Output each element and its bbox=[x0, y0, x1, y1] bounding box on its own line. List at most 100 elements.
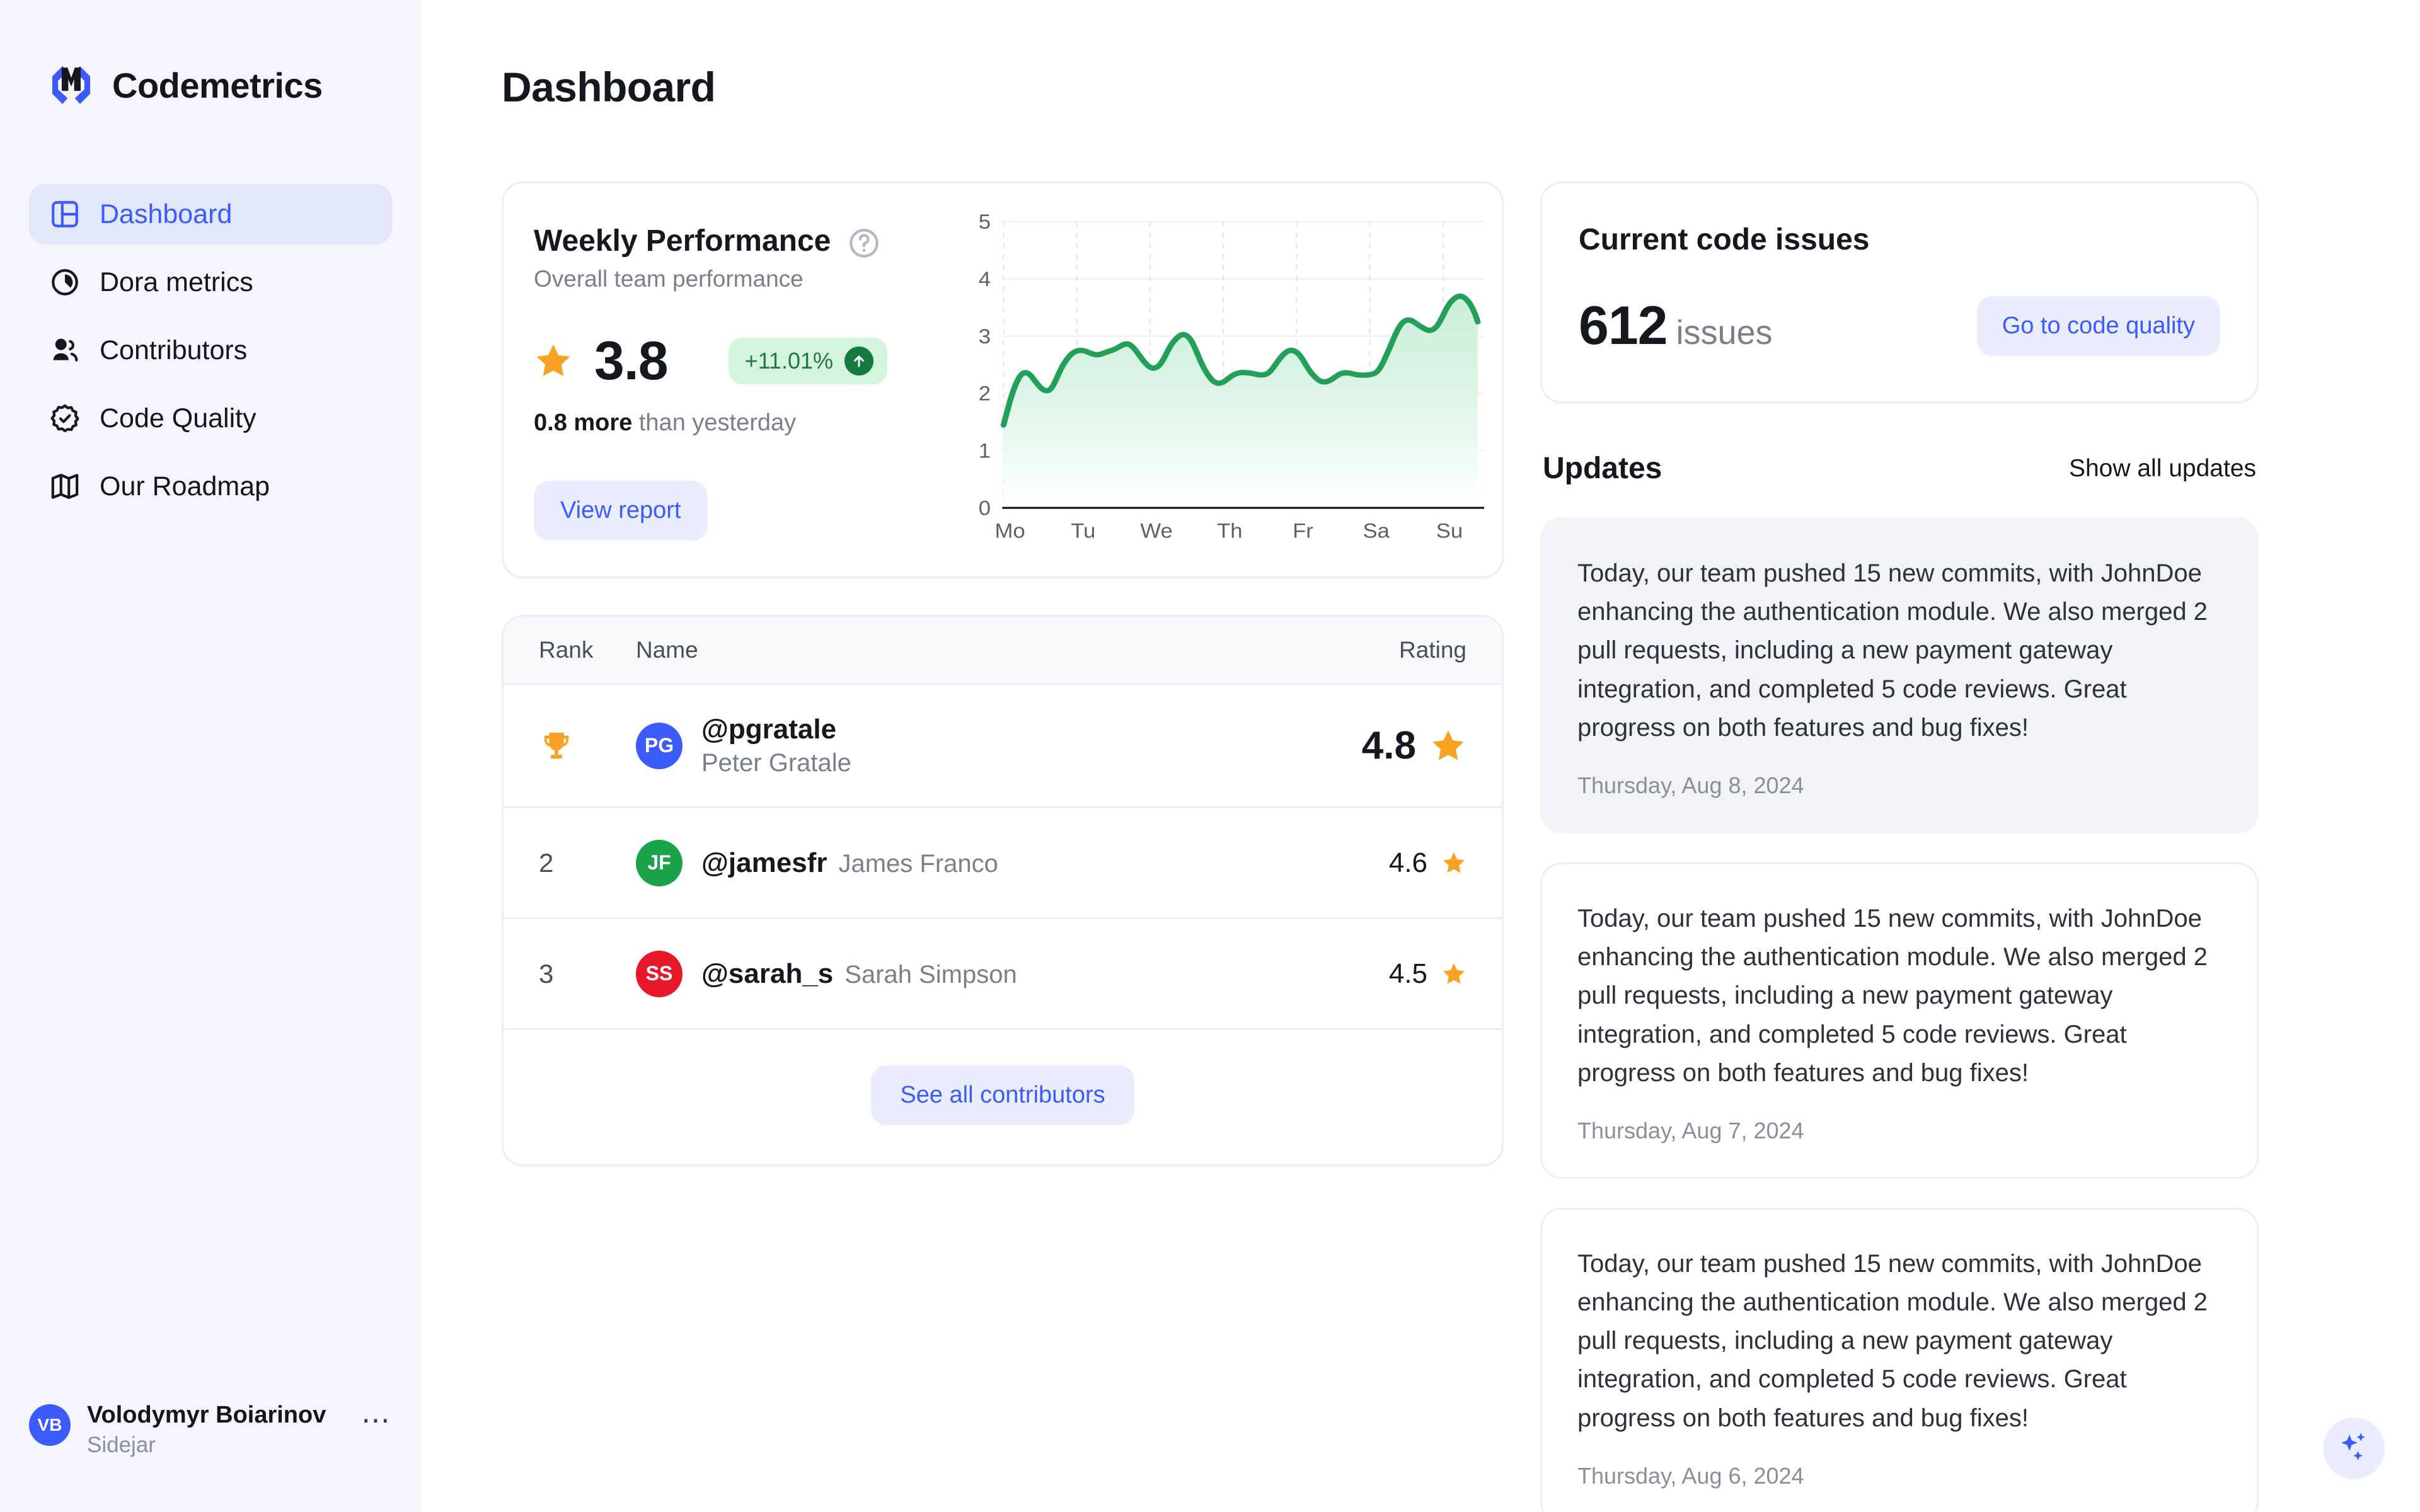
sidebar-item-our-roadmap[interactable]: Our Roadmap bbox=[29, 456, 392, 517]
performance-area-chart: 5 4 3 2 1 0 Mo Tu We Th Fr Sa Su bbox=[979, 211, 1484, 543]
sidebar-item-contributors[interactable]: Contributors bbox=[29, 320, 392, 381]
sidebar-user-name: Volodymyr Boiarinov bbox=[87, 1402, 326, 1428]
update-date: Thursday, Aug 6, 2024 bbox=[1577, 1462, 1804, 1489]
gauge-clock-icon bbox=[48, 265, 82, 299]
star-icon bbox=[1441, 850, 1466, 876]
table-row[interactable]: 3 SS @sarah_s Sarah Simpson 4.5 bbox=[504, 919, 1502, 1030]
cell-rank bbox=[539, 728, 636, 764]
chart-y-tick: 2 bbox=[979, 383, 991, 406]
weekly-performance-note-rest: than yesterday bbox=[632, 410, 797, 436]
contributor-fullname: James Franco bbox=[838, 849, 998, 878]
view-report-button[interactable]: View report bbox=[534, 481, 708, 541]
updates-title: Updates bbox=[1543, 452, 1662, 485]
ai-assistant-button[interactable] bbox=[2323, 1418, 2385, 1479]
update-text: Today, our team pushed 15 new commits, w… bbox=[1577, 559, 2208, 742]
chart-x-tick: Tu bbox=[1071, 520, 1095, 542]
ellipsis-icon[interactable]: ⋯ bbox=[361, 1406, 392, 1435]
contributor-rating: 4.6 bbox=[1388, 847, 1427, 878]
see-all-contributors-button[interactable]: See all contributors bbox=[871, 1065, 1134, 1125]
users-icon bbox=[48, 333, 82, 367]
star-icon bbox=[1441, 961, 1466, 987]
cell-rating: 4.5 bbox=[1389, 958, 1466, 990]
left-column: Weekly Performance Overall team performa… bbox=[502, 181, 1504, 1166]
arrow-up-icon bbox=[844, 346, 874, 375]
issues-count: 612 issues bbox=[1579, 295, 1773, 357]
weekly-performance-chart: 5 4 3 2 1 0 Mo Tu We Th Fr Sa Su bbox=[957, 183, 1502, 576]
contributor-name-stack: @pgratale Peter Gratale bbox=[701, 714, 851, 777]
updates-header: Updates Show all updates bbox=[1540, 451, 2259, 486]
weekly-performance-score: 3.8 bbox=[594, 331, 669, 391]
update-card[interactable]: Today, our team pushed 15 new commits, w… bbox=[1540, 1207, 2259, 1512]
star-icon bbox=[1430, 728, 1466, 764]
weekly-performance-note: 0.8 more than yesterday bbox=[534, 410, 957, 437]
chart-x-tick: Su bbox=[1436, 520, 1463, 542]
star-icon bbox=[534, 341, 573, 381]
go-to-code-quality-button[interactable]: Go to code quality bbox=[1976, 296, 2220, 356]
contributor-rank: 3 bbox=[539, 958, 554, 988]
cell-rating: 4.6 bbox=[1389, 847, 1466, 879]
contributor-rank: 2 bbox=[539, 847, 554, 878]
contributor-fullname: Peter Gratale bbox=[701, 749, 851, 777]
issues-title: Current code issues bbox=[1579, 223, 1870, 256]
column-header-rank: Rank bbox=[539, 636, 594, 663]
cell-rating: 4.8 bbox=[1362, 723, 1466, 768]
chart-y-tick: 1 bbox=[979, 440, 991, 463]
weekly-performance-summary: Weekly Performance Overall team performa… bbox=[504, 183, 957, 576]
cell-name: JF @jamesfr James Franco bbox=[636, 839, 1389, 886]
contributor-handle: @sarah_s bbox=[701, 958, 834, 989]
table-row[interactable]: 2 JF @jamesfr James Franco 4.6 bbox=[504, 808, 1502, 919]
sidebar-item-dora-metrics[interactable]: Dora metrics bbox=[29, 252, 392, 312]
update-card[interactable]: Today, our team pushed 15 new commits, w… bbox=[1540, 862, 2259, 1179]
weekly-performance-subtitle: Overall team performance bbox=[534, 266, 804, 292]
chart-y-tick: 3 bbox=[979, 326, 991, 348]
map-icon bbox=[48, 469, 82, 503]
show-all-updates-link[interactable]: Show all updates bbox=[2069, 455, 2256, 483]
question-circle-icon[interactable] bbox=[847, 226, 881, 260]
sidebar-item-code-quality[interactable]: Code Quality bbox=[29, 388, 392, 449]
sparkles-icon bbox=[2336, 1429, 2372, 1468]
main-content: Dashboard Weekly Performance Overall tea… bbox=[421, 0, 2420, 1512]
contributor-name-inline: @jamesfr James Franco bbox=[701, 847, 998, 879]
update-card[interactable]: Today, our team pushed 15 new commits, w… bbox=[1540, 517, 2259, 833]
weekly-performance-title: Weekly Performance bbox=[534, 224, 831, 258]
brand-name: Codemetrics bbox=[112, 65, 323, 105]
weekly-performance-score-row: 3.8 +11.01% bbox=[534, 334, 957, 388]
update-date: Thursday, Aug 7, 2024 bbox=[1577, 1117, 1804, 1143]
chart-x-ticks: Mo Tu We Th Fr Sa Su bbox=[995, 520, 1463, 543]
chart-y-tick: 5 bbox=[979, 211, 991, 234]
app-root: Codemetrics Dashboard Dora metrics Contr… bbox=[0, 0, 2420, 1512]
cell-name: SS @sarah_s Sarah Simpson bbox=[636, 950, 1389, 997]
dashboard-grid: Weekly Performance Overall team performa… bbox=[502, 181, 2346, 1512]
contributor-handle: @pgratale bbox=[701, 714, 837, 745]
issues-row: 612 issues Go to code quality bbox=[1579, 295, 2220, 357]
page-title: Dashboard bbox=[502, 64, 716, 110]
table-row[interactable]: PG @pgratale Peter Gratale 4.8 bbox=[504, 685, 1502, 808]
sidebar-item-label: Contributors bbox=[100, 335, 248, 365]
weekly-performance-header: Weekly Performance Overall team performa… bbox=[534, 224, 957, 292]
sidebar-item-label: Dashboard bbox=[100, 198, 233, 229]
chart-y-tick: 0 bbox=[979, 498, 991, 520]
chart-y-tick: 4 bbox=[979, 268, 991, 291]
weekly-performance-titles: Weekly Performance Overall team performa… bbox=[534, 224, 831, 292]
badge-check-icon bbox=[48, 401, 82, 435]
contributor-rating: 4.8 bbox=[1361, 724, 1416, 767]
sidebar-user[interactable]: VB Volodymyr Boiarinov Sidejar ⋯ bbox=[0, 1402, 421, 1512]
codemetrics-logo-icon bbox=[48, 62, 95, 108]
contributors-footer: See all contributors bbox=[504, 1030, 1502, 1164]
avatar: VB bbox=[29, 1404, 71, 1446]
sidebar-item-label: Dora metrics bbox=[100, 266, 253, 297]
status-badge: +11.01% bbox=[728, 338, 888, 384]
sidebar: Codemetrics Dashboard Dora metrics Contr… bbox=[0, 0, 421, 1512]
updates-list: Today, our team pushed 15 new commits, w… bbox=[1540, 517, 2259, 1512]
avatar: PG bbox=[636, 722, 683, 769]
chart-x-tick: We bbox=[1140, 520, 1172, 542]
cell-name: PG @pgratale Peter Gratale bbox=[636, 714, 1362, 777]
chart-x-tick: Th bbox=[1217, 520, 1242, 542]
brand: Codemetrics bbox=[0, 0, 421, 108]
issues-number: 612 bbox=[1579, 295, 1668, 356]
column-header-rating: Rating bbox=[1399, 636, 1466, 663]
layout-dashboard-icon bbox=[48, 197, 82, 231]
chart-x-tick: Sa bbox=[1363, 520, 1390, 542]
chart-area-fill bbox=[1003, 296, 1478, 508]
sidebar-item-dashboard[interactable]: Dashboard bbox=[29, 184, 392, 244]
